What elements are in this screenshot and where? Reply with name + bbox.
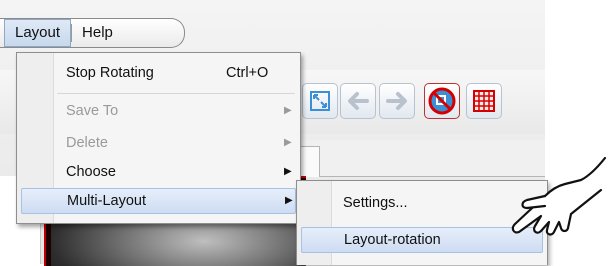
- menu-item-label: Settings...: [343, 195, 408, 211]
- menu-item-delete[interactable]: Delete ▶: [21, 131, 296, 157]
- arrow-left-icon: [348, 92, 369, 110]
- submenu-arrow-icon: ▶: [284, 137, 292, 148]
- stop-rotation-button[interactable]: [424, 83, 460, 119]
- menu-item-label: Stop Rotating: [66, 65, 154, 81]
- menu-item-label: Choose: [66, 164, 116, 180]
- menu-item-label: Save To: [66, 103, 119, 119]
- menu-item-label: Multi-Layout: [67, 193, 146, 209]
- menu-item-multi-layout[interactable]: Multi-Layout ▶: [21, 188, 296, 214]
- fullscreen-icon: [310, 91, 330, 111]
- menu-item-save-to[interactable]: Save To ▶: [21, 99, 296, 125]
- menu-separator: [57, 93, 295, 94]
- previous-button[interactable]: [340, 83, 376, 119]
- menu-item-shortcut: Ctrl+O: [226, 65, 269, 81]
- layout-dropdown-menu: Stop Rotating Ctrl+O Save To ▶ Delete ▶ …: [16, 52, 301, 224]
- pointing-hand-icon: [511, 156, 607, 236]
- menu-bar: Layout Help: [0, 18, 185, 48]
- submenu-arrow-icon: ▶: [284, 166, 292, 177]
- menu-help[interactable]: Help: [72, 19, 123, 47]
- menu-layout[interactable]: Layout: [4, 19, 72, 47]
- menu-item-stop-rotating[interactable]: Stop Rotating Ctrl+O: [21, 61, 296, 87]
- no-rotate-icon: [428, 87, 456, 115]
- submenu-arrow-icon: ▶: [284, 105, 292, 116]
- view-tab[interactable]: [300, 146, 320, 177]
- menu-item-choose[interactable]: Choose ▶: [21, 160, 296, 186]
- menu-item-label: Delete: [66, 135, 108, 151]
- submenu-arrow-icon: ▶: [285, 195, 293, 206]
- grid-layout-icon: [473, 90, 495, 112]
- arrow-right-icon: [386, 92, 407, 110]
- grid-layout-button[interactable]: [466, 83, 502, 119]
- fullscreen-button[interactable]: [302, 83, 338, 119]
- menu-item-label: Layout-rotation: [344, 232, 441, 248]
- next-button[interactable]: [379, 83, 415, 119]
